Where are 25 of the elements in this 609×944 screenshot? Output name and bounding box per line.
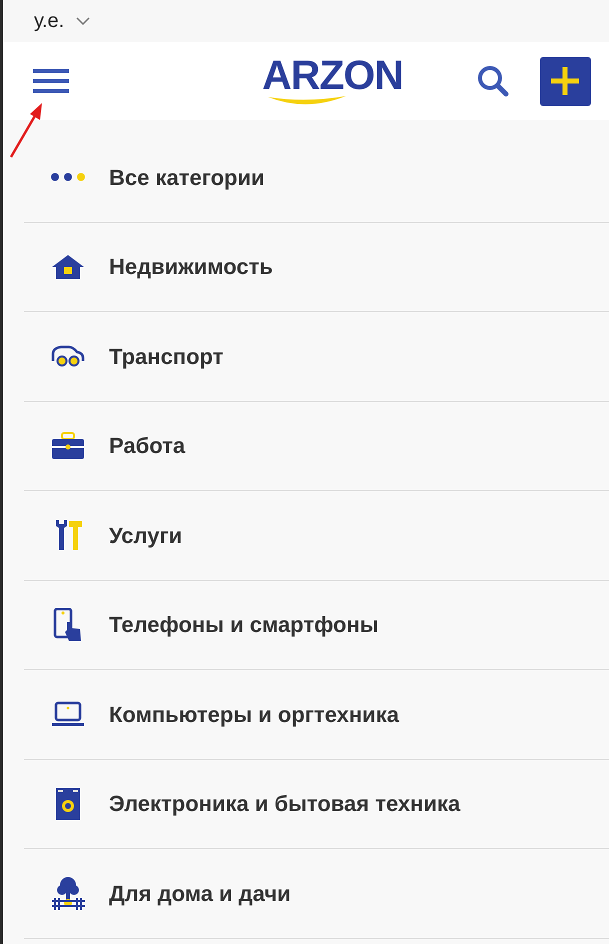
category-item[interactable]: Компьютеры и оргтехника <box>24 670 609 760</box>
smile-swoosh-icon <box>266 94 348 108</box>
category-item[interactable]: Для дома и дачи <box>24 849 609 938</box>
dots-icon <box>50 172 86 182</box>
phone-tap-icon <box>52 608 82 642</box>
category-item[interactable]: Недвижимость <box>24 222 609 312</box>
car-icon <box>50 344 84 368</box>
chevron-down-icon <box>76 17 90 25</box>
category-item[interactable]: Все категории <box>24 133 609 222</box>
briefcase-icon <box>50 432 84 460</box>
category-item[interactable]: Работа <box>24 402 609 491</box>
category-item[interactable]: Услуги <box>24 491 609 580</box>
menu-button[interactable] <box>33 69 69 93</box>
category-item[interactable]: Транспорт <box>24 312 609 402</box>
search-icon[interactable] <box>476 64 510 98</box>
house-icon <box>50 254 84 280</box>
category-item[interactable]: Электроника и бытовая техника <box>24 760 609 849</box>
washing-machine-icon <box>54 786 80 821</box>
logo[interactable]: ARZON <box>262 54 403 108</box>
laptop-icon <box>50 701 84 728</box>
currency-select[interactable]: у.е. <box>34 6 90 36</box>
category-item[interactable]: Телефоны и смартфоны <box>24 580 609 670</box>
add-button[interactable] <box>540 56 591 106</box>
tree-fence-icon <box>50 876 84 910</box>
plus-icon <box>550 66 580 96</box>
